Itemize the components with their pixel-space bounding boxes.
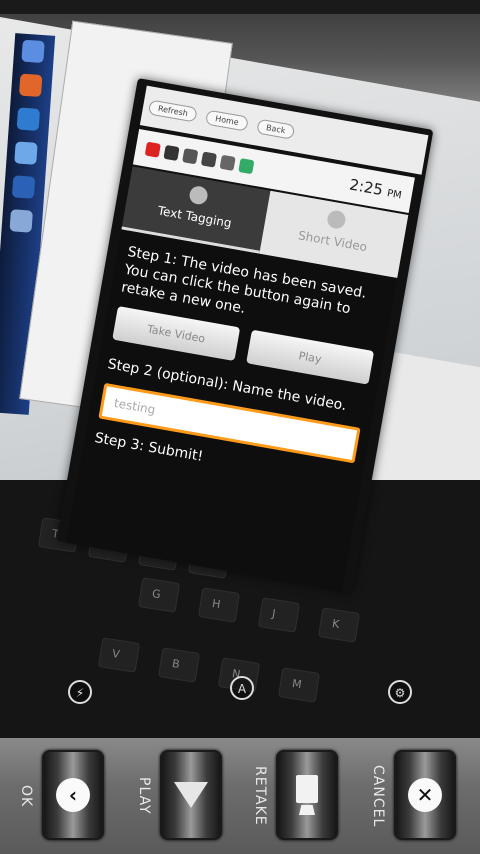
play-triangle-icon [174, 782, 208, 808]
play-label: PLAY [136, 777, 152, 815]
flash-off-icon[interactable]: ⚡ [68, 680, 92, 704]
ok-label: OK [18, 784, 34, 808]
laptop-bezel [0, 0, 480, 14]
camera-control-bar: OK ‹ PLAY RETAKE CANCEL ✕ [0, 738, 480, 854]
play-button[interactable] [160, 750, 222, 840]
app-icon [200, 151, 218, 168]
keyboard-key: H [197, 587, 241, 623]
keyboard-key: M [277, 667, 321, 703]
cancel-label: CANCEL [370, 764, 386, 828]
keyboard-key: B [157, 647, 201, 683]
toolbar-button: Home [205, 109, 249, 132]
camera-preview: T Y U I G H J K V B N M Refresh Home Bac… [0, 0, 480, 738]
retake-button[interactable] [276, 750, 338, 840]
gmail-icon [163, 144, 180, 162]
tag-icon [188, 184, 209, 206]
dock-app-icon [9, 209, 33, 233]
chevron-left-icon: ‹ [56, 778, 90, 812]
dock-app-icon [16, 107, 41, 131]
debug-icon [219, 154, 236, 171]
toolbar-button: Back [256, 118, 296, 140]
keyboard-key: G [137, 577, 181, 613]
dock-app-icon [14, 141, 38, 165]
cancel-button[interactable]: ✕ [394, 750, 456, 840]
settings-gear-icon[interactable]: ⚙ [388, 680, 412, 704]
film-icon [325, 209, 347, 231]
keyboard-key: V [97, 637, 141, 673]
status-clock: 2:25 PM [348, 175, 403, 202]
keyboard-key: J [257, 597, 301, 633]
camera-retake-icon [296, 775, 318, 815]
retake-label: RETAKE [252, 766, 268, 826]
take-video-button: Take Video [112, 306, 241, 362]
ok-button[interactable]: ‹ [42, 750, 104, 840]
battery-icon [238, 158, 255, 175]
firefox-icon [18, 73, 43, 98]
play-video-button: Play [246, 329, 375, 385]
dock-app-icon [11, 175, 36, 199]
dock-app-icon [21, 39, 45, 64]
white-balance-icon[interactable]: A [230, 676, 254, 700]
close-circle-icon: ✕ [408, 778, 442, 812]
notification-icon [144, 141, 161, 158]
keyboard-key: K [317, 607, 361, 643]
app-content: Step 1: The video has been saved. You ca… [66, 229, 398, 592]
toolbar-button: Refresh [147, 98, 199, 123]
usb-icon [182, 148, 199, 165]
